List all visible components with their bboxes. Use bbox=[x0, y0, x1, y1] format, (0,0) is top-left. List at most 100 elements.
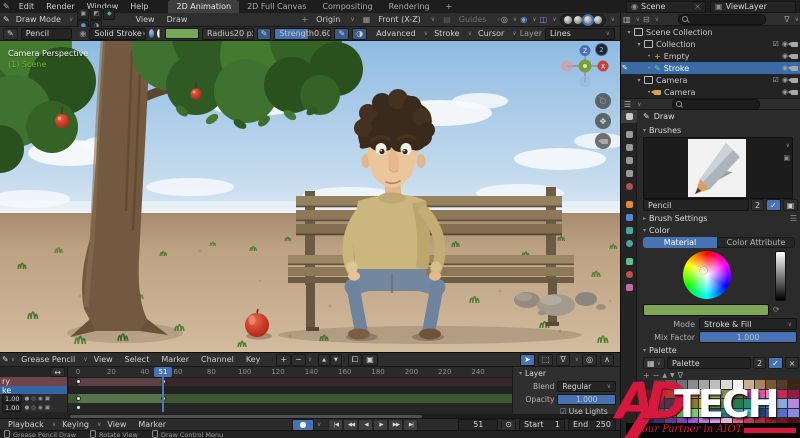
palette-swatch[interactable] bbox=[766, 399, 776, 408]
palette-swatch[interactable] bbox=[643, 399, 653, 408]
palette-swatch[interactable] bbox=[688, 380, 698, 389]
outliner-row-camera[interactable]: •Camera◉ bbox=[621, 86, 800, 98]
viewport-menu-view[interactable]: View bbox=[130, 15, 161, 24]
mode-dropdown-prop[interactable]: Stroke & Fill∨ bbox=[699, 318, 797, 330]
play-reverse-button[interactable]: ◀ bbox=[358, 419, 373, 431]
palette-users-count[interactable]: 2 bbox=[753, 357, 766, 369]
disable-render-camera-icon[interactable] bbox=[791, 66, 798, 71]
palette-swatch[interactable] bbox=[710, 390, 720, 399]
brush-settings-panel-header[interactable]: ▸Brush Settings ☰ bbox=[641, 214, 797, 223]
palette-swatch[interactable] bbox=[721, 428, 731, 437]
current-frame-chip[interactable]: 51 bbox=[154, 367, 172, 377]
palette-swatch[interactable] bbox=[766, 390, 776, 399]
use-lights-checkbox[interactable]: ☑ bbox=[560, 407, 567, 416]
camera-view-button[interactable] bbox=[595, 133, 611, 149]
palette-swatch[interactable] bbox=[777, 418, 787, 427]
properties-tab-object-data[interactable] bbox=[621, 255, 637, 268]
brush-users-count[interactable]: 2 bbox=[751, 199, 764, 211]
pan-button[interactable]: ✥ bbox=[595, 113, 611, 129]
palette-panel-header[interactable]: ▾Palette bbox=[641, 346, 677, 355]
track-summary[interactable] bbox=[68, 377, 512, 386]
outliner-row-collection[interactable]: ▾Collection☑◉ bbox=[621, 38, 800, 50]
palette-swatch[interactable] bbox=[665, 428, 675, 437]
move-channel-down-button[interactable]: ▼ bbox=[330, 354, 342, 366]
zoom-button[interactable] bbox=[595, 93, 611, 109]
palette-swatch[interactable] bbox=[733, 399, 743, 408]
brushes-panel-header[interactable]: ▾Brushes bbox=[641, 126, 681, 135]
fake-user-shield-icon[interactable]: ✓ bbox=[766, 199, 781, 211]
opacity-slider[interactable]: 1.000 bbox=[557, 394, 616, 405]
brush-thumbnail[interactable]: ✎ bbox=[3, 28, 18, 40]
palette-swatch[interactable] bbox=[788, 418, 798, 427]
palette-swatch[interactable] bbox=[710, 428, 720, 437]
palette-swatch[interactable] bbox=[677, 409, 687, 418]
properties-tab-world[interactable] bbox=[621, 180, 637, 193]
workspace-tab-rendering[interactable]: Rendering bbox=[381, 0, 438, 13]
palette-swatch[interactable] bbox=[777, 399, 787, 408]
palette-swatch[interactable] bbox=[721, 409, 731, 418]
frame-counter-field[interactable]: 51 bbox=[458, 419, 498, 431]
workspace-tab-2d-animation[interactable]: 2D Animation bbox=[168, 0, 239, 13]
color-panel-header[interactable]: ▾Color bbox=[641, 226, 670, 235]
brush-datablock-field[interactable]: Pencil bbox=[643, 199, 749, 211]
workspace-tab-compositing[interactable]: Compositing bbox=[314, 0, 380, 13]
palette-swatch[interactable] bbox=[654, 399, 664, 408]
strength-pressure-icon[interactable]: ✎ bbox=[334, 28, 349, 40]
disable-render-camera-icon[interactable] bbox=[791, 42, 798, 47]
panel-menu-icon[interactable]: ☰ bbox=[790, 214, 797, 223]
outliner-row-stroke[interactable]: ✎•✎Stroke◉ bbox=[621, 62, 800, 74]
palette-swatch[interactable] bbox=[643, 428, 653, 437]
palette-swatch[interactable] bbox=[788, 380, 798, 389]
workspace-tab-2d-full-canvas[interactable]: 2D Full Canvas bbox=[239, 0, 314, 13]
jump-to-start-button[interactable]: |◀ bbox=[328, 419, 343, 431]
properties-tab-material[interactable] bbox=[621, 268, 637, 281]
palette-swatch[interactable] bbox=[654, 380, 664, 389]
track-lines[interactable] bbox=[68, 394, 512, 403]
palette-swatch[interactable] bbox=[755, 399, 765, 408]
properties-tab-render[interactable] bbox=[621, 128, 637, 141]
insert-key-button[interactable]: + bbox=[276, 354, 291, 366]
palette-unlink-icon[interactable]: × bbox=[785, 357, 800, 369]
palette-swatch[interactable] bbox=[755, 428, 765, 437]
track-fills[interactable] bbox=[68, 403, 512, 412]
dopesheet-editor-icon[interactable]: ✎ bbox=[2, 355, 9, 364]
topbar-menu-help[interactable]: Help bbox=[124, 2, 154, 11]
expand-caret-icon[interactable]: ▾ bbox=[625, 29, 633, 36]
palette-swatch[interactable] bbox=[677, 380, 687, 389]
active-color-swatch[interactable] bbox=[165, 28, 199, 39]
properties-tab-output[interactable] bbox=[621, 141, 637, 154]
material-preview-icon[interactable] bbox=[149, 29, 154, 38]
prev-keyframe-button[interactable]: ◀◀ bbox=[343, 419, 358, 431]
palette-fake-user-icon[interactable]: ✓ bbox=[768, 357, 783, 369]
palette-swatch[interactable] bbox=[654, 418, 664, 427]
palette-swatch[interactable] bbox=[777, 428, 787, 437]
playback-menu-marker[interactable]: Marker bbox=[132, 420, 172, 429]
jump-to-end-button[interactable]: ▶| bbox=[403, 419, 418, 431]
expand-caret-icon[interactable]: ▾ bbox=[635, 41, 643, 48]
scene-selector[interactable]: ◉ Scene × bbox=[626, 1, 706, 13]
properties-tab-modifiers[interactable] bbox=[621, 211, 637, 224]
palette-swatch[interactable] bbox=[788, 409, 798, 418]
palette-swatch[interactable] bbox=[755, 380, 765, 389]
palette-swatch[interactable] bbox=[733, 409, 743, 418]
viewport-menu-draw[interactable]: Draw bbox=[161, 15, 194, 24]
palette-swatch[interactable] bbox=[710, 380, 720, 389]
3d-viewport[interactable]: Camera Perspective (1) Scene 2 Z X ✥ bbox=[0, 41, 620, 352]
palette-swatch[interactable] bbox=[643, 409, 653, 418]
outliner-display-mode-icon[interactable]: ⊟ bbox=[643, 15, 650, 24]
palette-swatch[interactable] bbox=[654, 390, 664, 399]
strength-slider[interactable]: Strength0.600 bbox=[274, 28, 331, 40]
tool-settings-menu-advanced[interactable]: Advanced bbox=[370, 29, 422, 38]
disable-render-camera-icon[interactable] bbox=[791, 54, 798, 59]
palette-swatch[interactable] bbox=[677, 390, 687, 399]
brush-name-field[interactable]: Pencil bbox=[21, 28, 73, 40]
palette-swatch[interactable] bbox=[699, 418, 709, 427]
outliner-editor-icon[interactable]: ▥ bbox=[623, 15, 631, 24]
palette-swatch[interactable] bbox=[688, 390, 698, 399]
transform-origin-dropdown[interactable]: Origin bbox=[310, 15, 346, 24]
palette-swatch[interactable] bbox=[677, 418, 687, 427]
properties-tab-object[interactable] bbox=[621, 198, 637, 211]
properties-tab-view-layer[interactable] bbox=[621, 154, 637, 167]
channel-layer-fills[interactable]: 1.00 ● ◎ ◉ ▣ bbox=[0, 403, 68, 412]
dopesheet-menu-select[interactable]: Select bbox=[119, 355, 156, 364]
